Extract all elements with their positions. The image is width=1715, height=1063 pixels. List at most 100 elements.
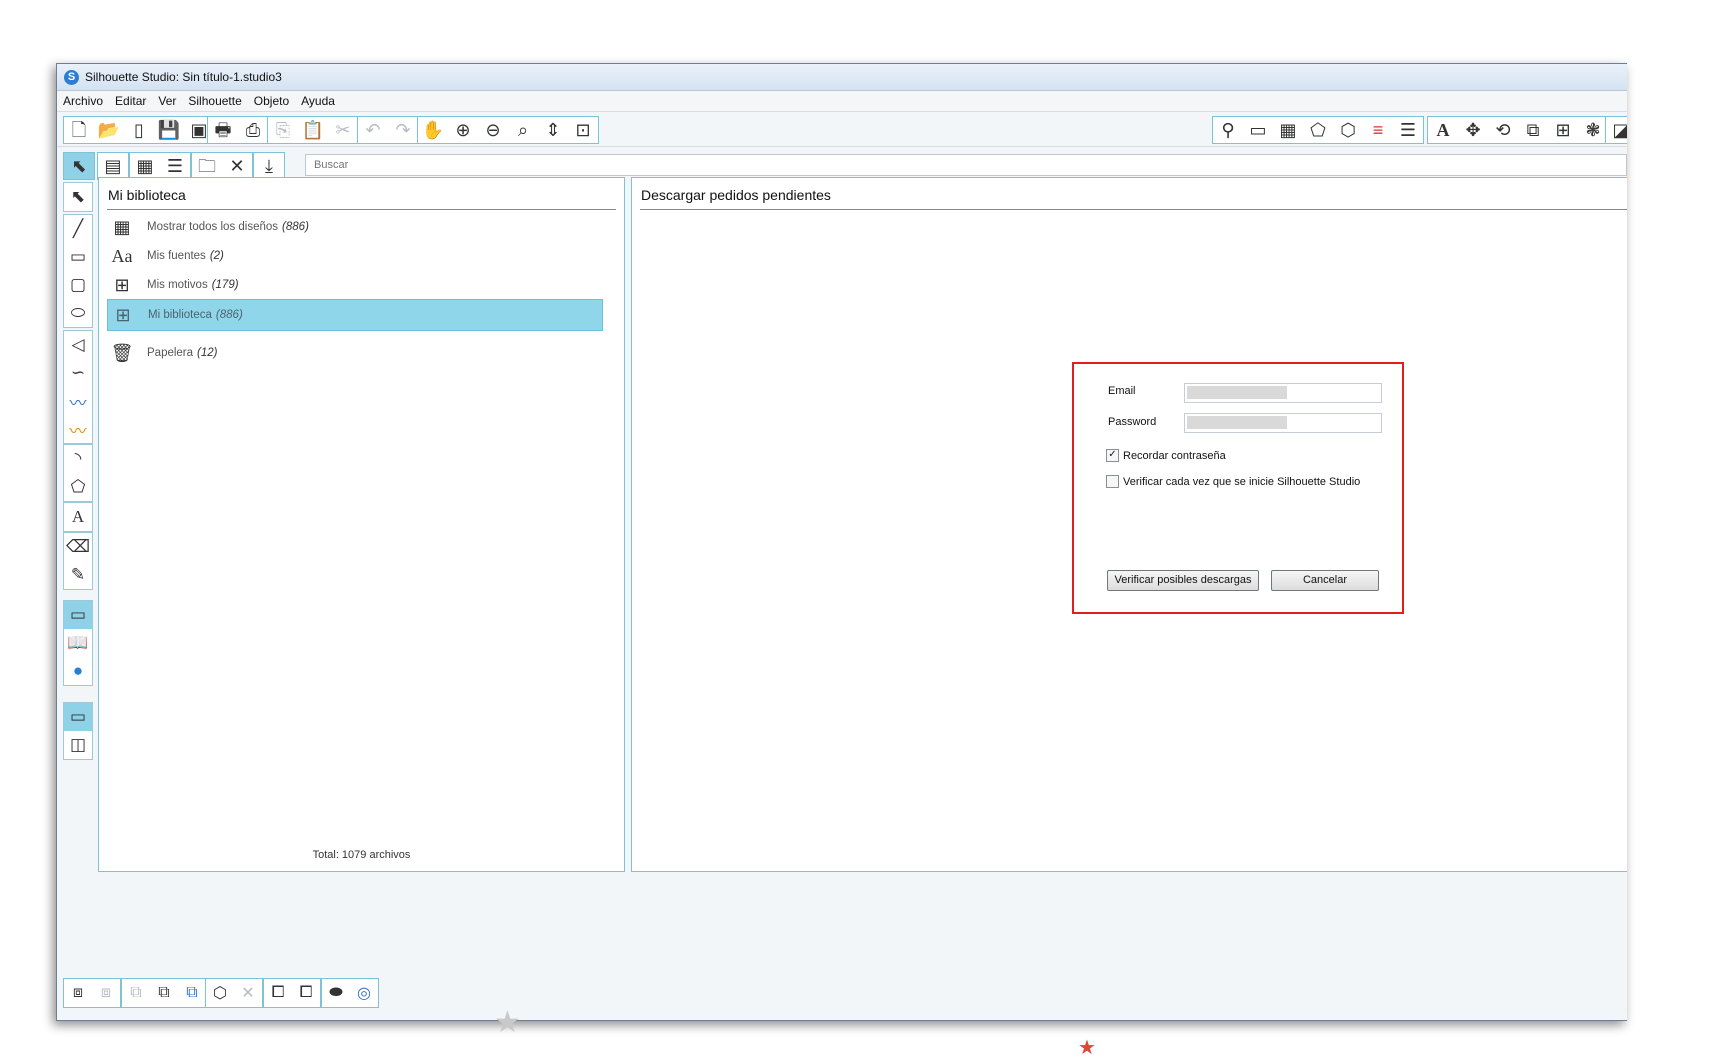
polygon-tool-icon[interactable]: ◁ (64, 331, 92, 359)
library-item-trash[interactable]: 🗑 Papelera (12) (107, 338, 601, 368)
cancel-button[interactable]: Cancelar (1271, 570, 1379, 591)
send-to-cutter-icon[interactable]: ⎙ (238, 117, 268, 143)
eraser-tool-icon[interactable]: ⌫ (64, 533, 92, 561)
verify-startup-checkbox[interactable] (1106, 475, 1119, 488)
menu-editar[interactable]: Editar (115, 94, 146, 108)
line-tool-icon[interactable]: ╱ (64, 215, 92, 243)
zoom-fit-icon[interactable]: ⊡ (568, 117, 598, 143)
library-item-fonts[interactable]: Aa Mis fuentes (2) (107, 241, 601, 271)
library-item-motifs[interactable]: ⊞ Mis motivos (179) (107, 270, 601, 300)
library-item-label: Mostrar todos los diseños (147, 221, 279, 233)
align-icon[interactable]: ⊞ (1548, 117, 1578, 143)
panel-tools: ⚲ ▭ ▦ ⬠ ⬡ ≡ ☰ (1212, 116, 1424, 144)
send-backward-icon[interactable]: ⧠ (264, 979, 292, 1007)
text-style-icon[interactable]: A (1428, 117, 1458, 143)
library-item-all-designs[interactable]: ▦ Mostrar todos los diseños (886) (107, 212, 601, 242)
freehand-tool-icon[interactable]: 〰 (64, 387, 92, 415)
menu-archivo[interactable]: Archivo (63, 94, 103, 108)
file-tools: 🗋 📂 ▯ 💾 ▣ (63, 116, 215, 144)
edit-points-icon[interactable]: ⬉ (64, 183, 92, 211)
menu-objeto[interactable]: Objeto (254, 94, 289, 108)
menu-ver[interactable]: Ver (158, 94, 176, 108)
pan-hand-icon[interactable]: ✋ (418, 117, 448, 143)
page-setup-icon[interactable]: ▭ (1243, 117, 1273, 143)
ungroup-icon[interactable]: ⧈ (92, 979, 120, 1007)
template-icon[interactable]: ▯ (124, 117, 154, 143)
remember-password-checkbox[interactable]: ✓ (1106, 449, 1119, 462)
shape-tools: ╱ ▭ ▢ ⬭ (63, 214, 93, 328)
duplicate-icon[interactable]: ⬡ (206, 979, 234, 1007)
single-pane-icon[interactable]: ▭ (64, 703, 92, 731)
library-book-icon[interactable]: 📖 (64, 629, 92, 657)
move-icon[interactable]: ✥ (1458, 117, 1488, 143)
open-folder-icon[interactable]: 📂 (94, 117, 124, 143)
offset-rings-icon[interactable]: ◎ (350, 979, 378, 1007)
print-icon[interactable]: 🖶 (208, 117, 238, 143)
design-view-icon[interactable]: ▭ (64, 601, 92, 629)
menu-silhouette[interactable]: Silhouette (188, 94, 241, 108)
email-redacted-mask (1187, 386, 1287, 399)
new-document-icon[interactable]: 🗋 (64, 117, 94, 143)
verify-downloads-button[interactable]: Verificar posibles descargas (1107, 570, 1259, 591)
knife-tool-icon[interactable]: ✎ (64, 561, 92, 589)
list-view-icon[interactable]: ☰ (160, 153, 190, 179)
scale-icon[interactable]: ⧉ (1518, 117, 1548, 143)
download-login-dialog: Email Password ✓ Recordar contraseña Ver… (1072, 362, 1404, 614)
line-style-icon[interactable]: ☰ (1393, 117, 1423, 143)
redo-icon[interactable]: ↷ (388, 117, 418, 143)
group-tools: ⧈ ⧈ (63, 978, 121, 1008)
regular-polygon-tool-icon[interactable]: ⬠ (64, 473, 92, 501)
zoom-out-icon[interactable]: ⊖ (478, 117, 508, 143)
split-pane-icon[interactable]: ◫ (64, 731, 92, 759)
weld-icon[interactable]: ⬬ (322, 979, 350, 1007)
paste-icon[interactable]: 📋 (298, 117, 328, 143)
library-view-icon[interactable]: ▤ (98, 153, 128, 179)
ellipse-tool-icon[interactable]: ⬭ (64, 299, 92, 327)
rounded-rectangle-tool-icon[interactable]: ▢ (64, 271, 92, 299)
menu-ayuda[interactable]: Ayuda (301, 94, 335, 108)
undo-icon[interactable]: ↶ (358, 117, 388, 143)
verify-startup-row[interactable]: Verificar cada vez que se inicie Silhoue… (1106, 475, 1360, 488)
group-icon[interactable]: ⧈ (64, 979, 92, 1007)
modify-icon[interactable]: ◪ (1606, 117, 1627, 143)
layout-toggle-tools: ▭ ◫ (63, 702, 93, 760)
silhouette-store-icon[interactable]: ● (64, 657, 92, 685)
copy-icon[interactable]: ⎘ (268, 117, 298, 143)
smooth-freehand-tool-icon[interactable]: 〰 (64, 415, 92, 443)
make-compound-icon[interactable]: ⧉ (122, 979, 150, 1007)
password-redacted-mask (1187, 416, 1287, 429)
new-folder-icon[interactable]: 🗀 (192, 153, 222, 179)
cut-icon[interactable]: ✂ (328, 117, 358, 143)
curve-tool-icon[interactable]: ∽ (64, 359, 92, 387)
transform-tools: A ✥ ⟲ ⧉ ⊞ ❃ (1427, 116, 1609, 144)
design-store-icon[interactable]: ⚲ (1213, 117, 1243, 143)
zoom-drag-icon[interactable]: ⇕ (538, 117, 568, 143)
line-color-icon[interactable]: ≡ (1363, 117, 1393, 143)
replicate-icon[interactable]: ❃ (1578, 117, 1608, 143)
fill-icon[interactable]: ⬡ (1333, 117, 1363, 143)
bring-forward-icon[interactable]: ⧉ (178, 979, 206, 1007)
send-to-back-icon[interactable]: ⧠ (292, 979, 320, 1007)
rotate-icon[interactable]: ⟲ (1488, 117, 1518, 143)
zoom-select-icon[interactable]: ⌕ (508, 117, 538, 143)
icon-view-icon[interactable]: ▦ (130, 153, 160, 179)
save-icon[interactable]: 💾 (154, 117, 184, 143)
email-field[interactable] (1184, 383, 1382, 403)
edit-points-group: ⬉ (63, 182, 93, 212)
release-compound-icon[interactable]: ⧉ (150, 979, 178, 1007)
import-download-icon[interactable]: ⤓ (254, 153, 284, 179)
remember-password-row[interactable]: ✓ Recordar contraseña (1106, 449, 1226, 462)
arc-tool-icon[interactable]: ◝ (64, 445, 92, 473)
zoom-in-icon[interactable]: ⊕ (448, 117, 478, 143)
text-tool-icon[interactable]: A (64, 503, 92, 531)
delete-object-icon[interactable]: ✕ (234, 979, 262, 1007)
delete-icon[interactable]: ✕ (222, 153, 252, 179)
registration-icon[interactable]: ⬠ (1303, 117, 1333, 143)
rectangle-tool-icon[interactable]: ▭ (64, 243, 92, 271)
grid-settings-icon[interactable]: ▦ (1273, 117, 1303, 143)
library-item-my-library[interactable]: ⊞ Mi biblioteca (886) (107, 299, 603, 331)
search-input[interactable] (305, 154, 1627, 176)
layout-tools: ▦ ☰ (129, 152, 191, 180)
password-field[interactable] (1184, 413, 1382, 433)
freehand-tools: ◁ ∽ 〰 〰 (63, 330, 93, 444)
